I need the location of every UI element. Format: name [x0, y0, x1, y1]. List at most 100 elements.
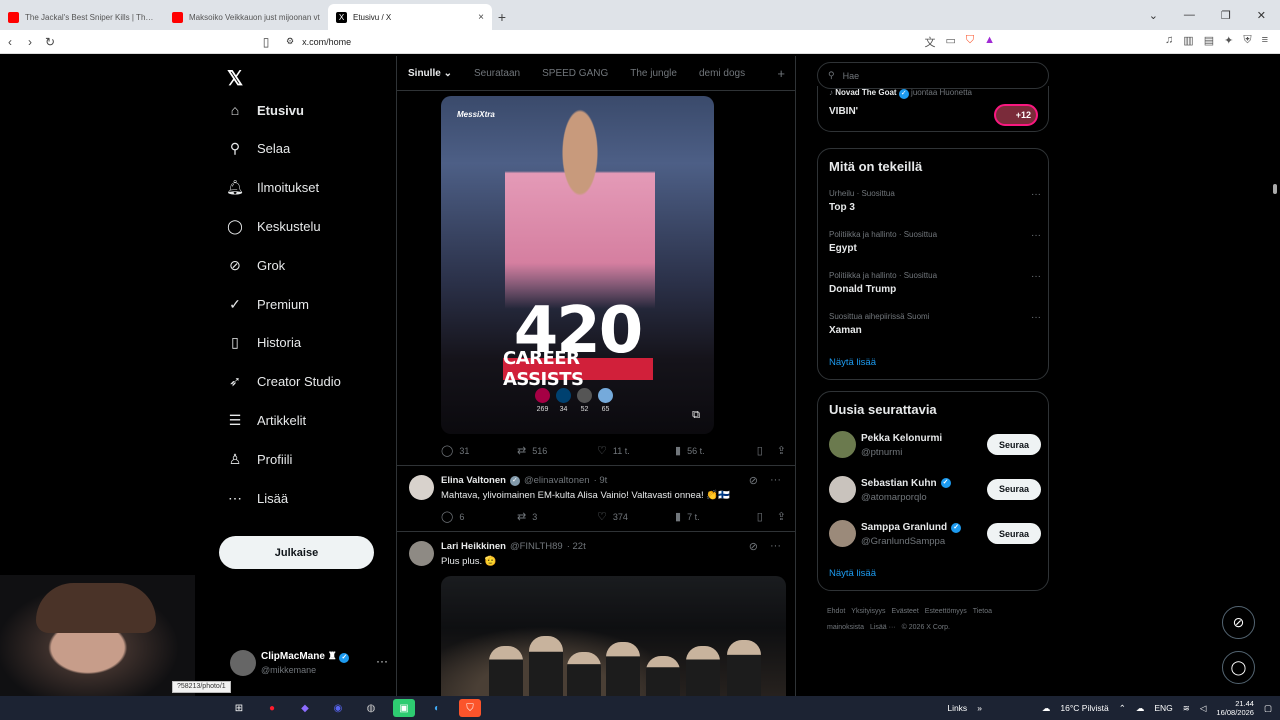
nav-item-ilmoitukset[interactable]: 🔔︎ Ilmoitukset: [226, 179, 319, 196]
gallery-icon[interactable]: ⧉: [692, 409, 700, 422]
more-icon[interactable]: ···: [1031, 312, 1041, 323]
account-switcher[interactable]: ClipMacMane ♜ ✓ @mikkemane ···: [230, 648, 390, 680]
media-icon[interactable]: ♫: [1165, 34, 1173, 50]
footer-link[interactable]: © 2026 X Corp.: [902, 624, 950, 631]
reply-button[interactable]: ◯ 6: [441, 510, 517, 523]
tab-search-icon[interactable]: ⌄: [1149, 9, 1158, 22]
views-button[interactable]: ▮ 56 t.: [675, 444, 747, 457]
onedrive-icon[interactable]: ☁: [1136, 703, 1145, 714]
tab-the-jungle[interactable]: The jungle: [630, 68, 677, 79]
avatar[interactable]: [829, 431, 856, 458]
x-logo[interactable]: 𝕏: [227, 66, 243, 91]
language[interactable]: ENG: [1154, 703, 1172, 713]
extensions-icon[interactable]: ✦: [1224, 34, 1233, 50]
tab-sinulle[interactable]: Sinulle ⌄: [408, 68, 452, 79]
weather[interactable]: 16°C Pilvistä: [1060, 703, 1108, 713]
trend-item[interactable]: Suosittua aihepiirissä Suomi Xaman ···: [829, 312, 1041, 336]
add-tab-icon[interactable]: +: [777, 66, 785, 81]
more-icon[interactable]: ···: [770, 540, 781, 553]
avatar[interactable]: [409, 541, 434, 566]
post-photo[interactable]: [441, 576, 786, 696]
cast-icon[interactable]: ▭: [946, 34, 956, 50]
suggested-account[interactable]: Pekka Kelonurmi @ptnurmi Seuraa: [829, 431, 1041, 461]
task-view-icon[interactable]: ⊞: [228, 699, 250, 717]
nav-item-selaa[interactable]: ⚲ Selaa: [227, 140, 290, 157]
tab-seurataan[interactable]: Seurataan: [474, 68, 520, 79]
nav-item-etusivu[interactable]: ⌂ Etusivu: [227, 102, 304, 118]
wallet-icon[interactable]: ▤: [1204, 34, 1214, 50]
forward-icon[interactable]: ›: [20, 35, 40, 49]
app-icon[interactable]: ◍: [360, 699, 382, 717]
nav-item-keskustelu[interactable]: ◯ Keskustelu: [227, 218, 320, 234]
show-more-link[interactable]: Näytä lisää: [829, 357, 876, 368]
suggested-account[interactable]: Sebastian Kuhn ✓ @atomarporqlo Seuraa: [829, 475, 1041, 506]
like-button[interactable]: ♡ 374: [597, 510, 675, 523]
bookmark-button[interactable]: ▯: [757, 444, 763, 457]
opera-icon[interactable]: ●: [261, 699, 283, 717]
app-icon[interactable]: ◆: [294, 699, 316, 717]
repost-button[interactable]: ⇄ 3: [517, 510, 597, 523]
post-button[interactable]: Julkaise: [219, 536, 374, 569]
show-more-link[interactable]: Näytä lisää: [829, 568, 876, 579]
nav-item-grok[interactable]: ⊘ Grok: [227, 257, 285, 273]
grok-icon[interactable]: ⊘: [749, 474, 758, 487]
footer-link[interactable]: Lisää ···: [870, 624, 896, 631]
nav-item-artikkelit[interactable]: ☰ Artikkelit: [227, 412, 306, 428]
repost-button[interactable]: ⇄ 516: [517, 444, 597, 457]
brave-shield-icon[interactable]: ⛉: [966, 34, 974, 50]
brave-rewards-icon[interactable]: ▲: [984, 34, 995, 50]
listeners-pill[interactable]: +12: [994, 104, 1038, 126]
more-icon[interactable]: ···: [770, 474, 781, 487]
footer-link[interactable]: Esteettömyys: [925, 608, 967, 615]
sidebar-icon[interactable]: ▥: [1183, 34, 1193, 50]
vpn-icon[interactable]: ⛨: [1243, 34, 1251, 50]
live-space-card[interactable]: ♪ Novad The Goat ✓ juontaa Huonetta VIBI…: [817, 86, 1049, 132]
follow-button[interactable]: Seuraa: [987, 434, 1041, 455]
views-button[interactable]: ▮ 7 t.: [675, 510, 747, 523]
search-input[interactable]: Hae: [843, 71, 860, 81]
avatar[interactable]: [409, 475, 434, 500]
volume-icon[interactable]: ◁: [1200, 703, 1207, 714]
tab-demi-dogs[interactable]: demi dogs: [699, 68, 745, 79]
scrollbar-thumb[interactable]: [1273, 184, 1277, 194]
avatar[interactable]: [829, 520, 856, 547]
edge-icon[interactable]: ◐: [426, 699, 448, 717]
nav-item-profiili[interactable]: ♙ Profiili: [227, 451, 293, 467]
close-tab-icon[interactable]: ×: [478, 12, 484, 23]
bookmark-button[interactable]: ▯: [757, 510, 763, 523]
browser-tab[interactable]: The Jackal's Best Sniper Kills | The Da: [0, 4, 164, 30]
like-button[interactable]: ♡ 11 t.: [597, 444, 675, 457]
tray-up-icon[interactable]: ⌃: [1119, 703, 1126, 714]
more-icon[interactable]: ···: [376, 654, 388, 668]
footer-link[interactable]: Yksityisyys: [851, 608, 885, 615]
share-button[interactable]: ⇪: [777, 510, 786, 523]
chevron-icon[interactable]: »: [977, 703, 982, 713]
nav-item-historia[interactable]: ▯ Historia: [227, 334, 301, 351]
new-tab-button[interactable]: +: [492, 4, 512, 30]
more-icon[interactable]: ···: [1031, 230, 1041, 241]
browser-tab[interactable]: Maksoiko Veikkauon just mijoonan vt: [164, 4, 328, 30]
app-icon[interactable]: ▣: [393, 699, 415, 717]
close-window-icon[interactable]: ✕: [1257, 9, 1266, 22]
messages-fab[interactable]: ◯: [1222, 651, 1255, 684]
footer-link[interactable]: Evästeet: [892, 608, 919, 615]
reload-icon[interactable]: ↻: [40, 35, 60, 49]
menu-icon[interactable]: ≡: [1262, 34, 1268, 50]
back-icon[interactable]: ‹: [0, 35, 20, 49]
nav-item-lis-[interactable]: ⋯ Lisää: [227, 490, 288, 506]
avatar[interactable]: [829, 475, 856, 503]
clock[interactable]: 21.44 16/08/2026: [1216, 699, 1254, 717]
url-field[interactable]: x.com/home: [302, 37, 351, 47]
scrollbar[interactable]: [1270, 56, 1280, 696]
tab-speed-gang[interactable]: SPEED GANG: [542, 68, 608, 79]
browser-tab-active[interactable]: X Etusivu / X ×: [328, 4, 492, 30]
site-info-icon[interactable]: ⚙: [286, 36, 294, 47]
follow-button[interactable]: Seuraa: [987, 478, 1041, 500]
notifications-icon[interactable]: ▢: [1264, 703, 1272, 714]
nav-item-premium[interactable]: ✓ Premium: [227, 296, 309, 312]
discord-icon[interactable]: ◉: [327, 699, 349, 717]
trend-item[interactable]: Politiikka ja hallinto · Suosittua Egypt ·…: [829, 230, 1041, 254]
footer-link[interactable]: Ehdot: [827, 608, 845, 615]
brave-icon[interactable]: ⛉: [459, 699, 481, 717]
follow-button[interactable]: Seuraa: [987, 523, 1041, 544]
